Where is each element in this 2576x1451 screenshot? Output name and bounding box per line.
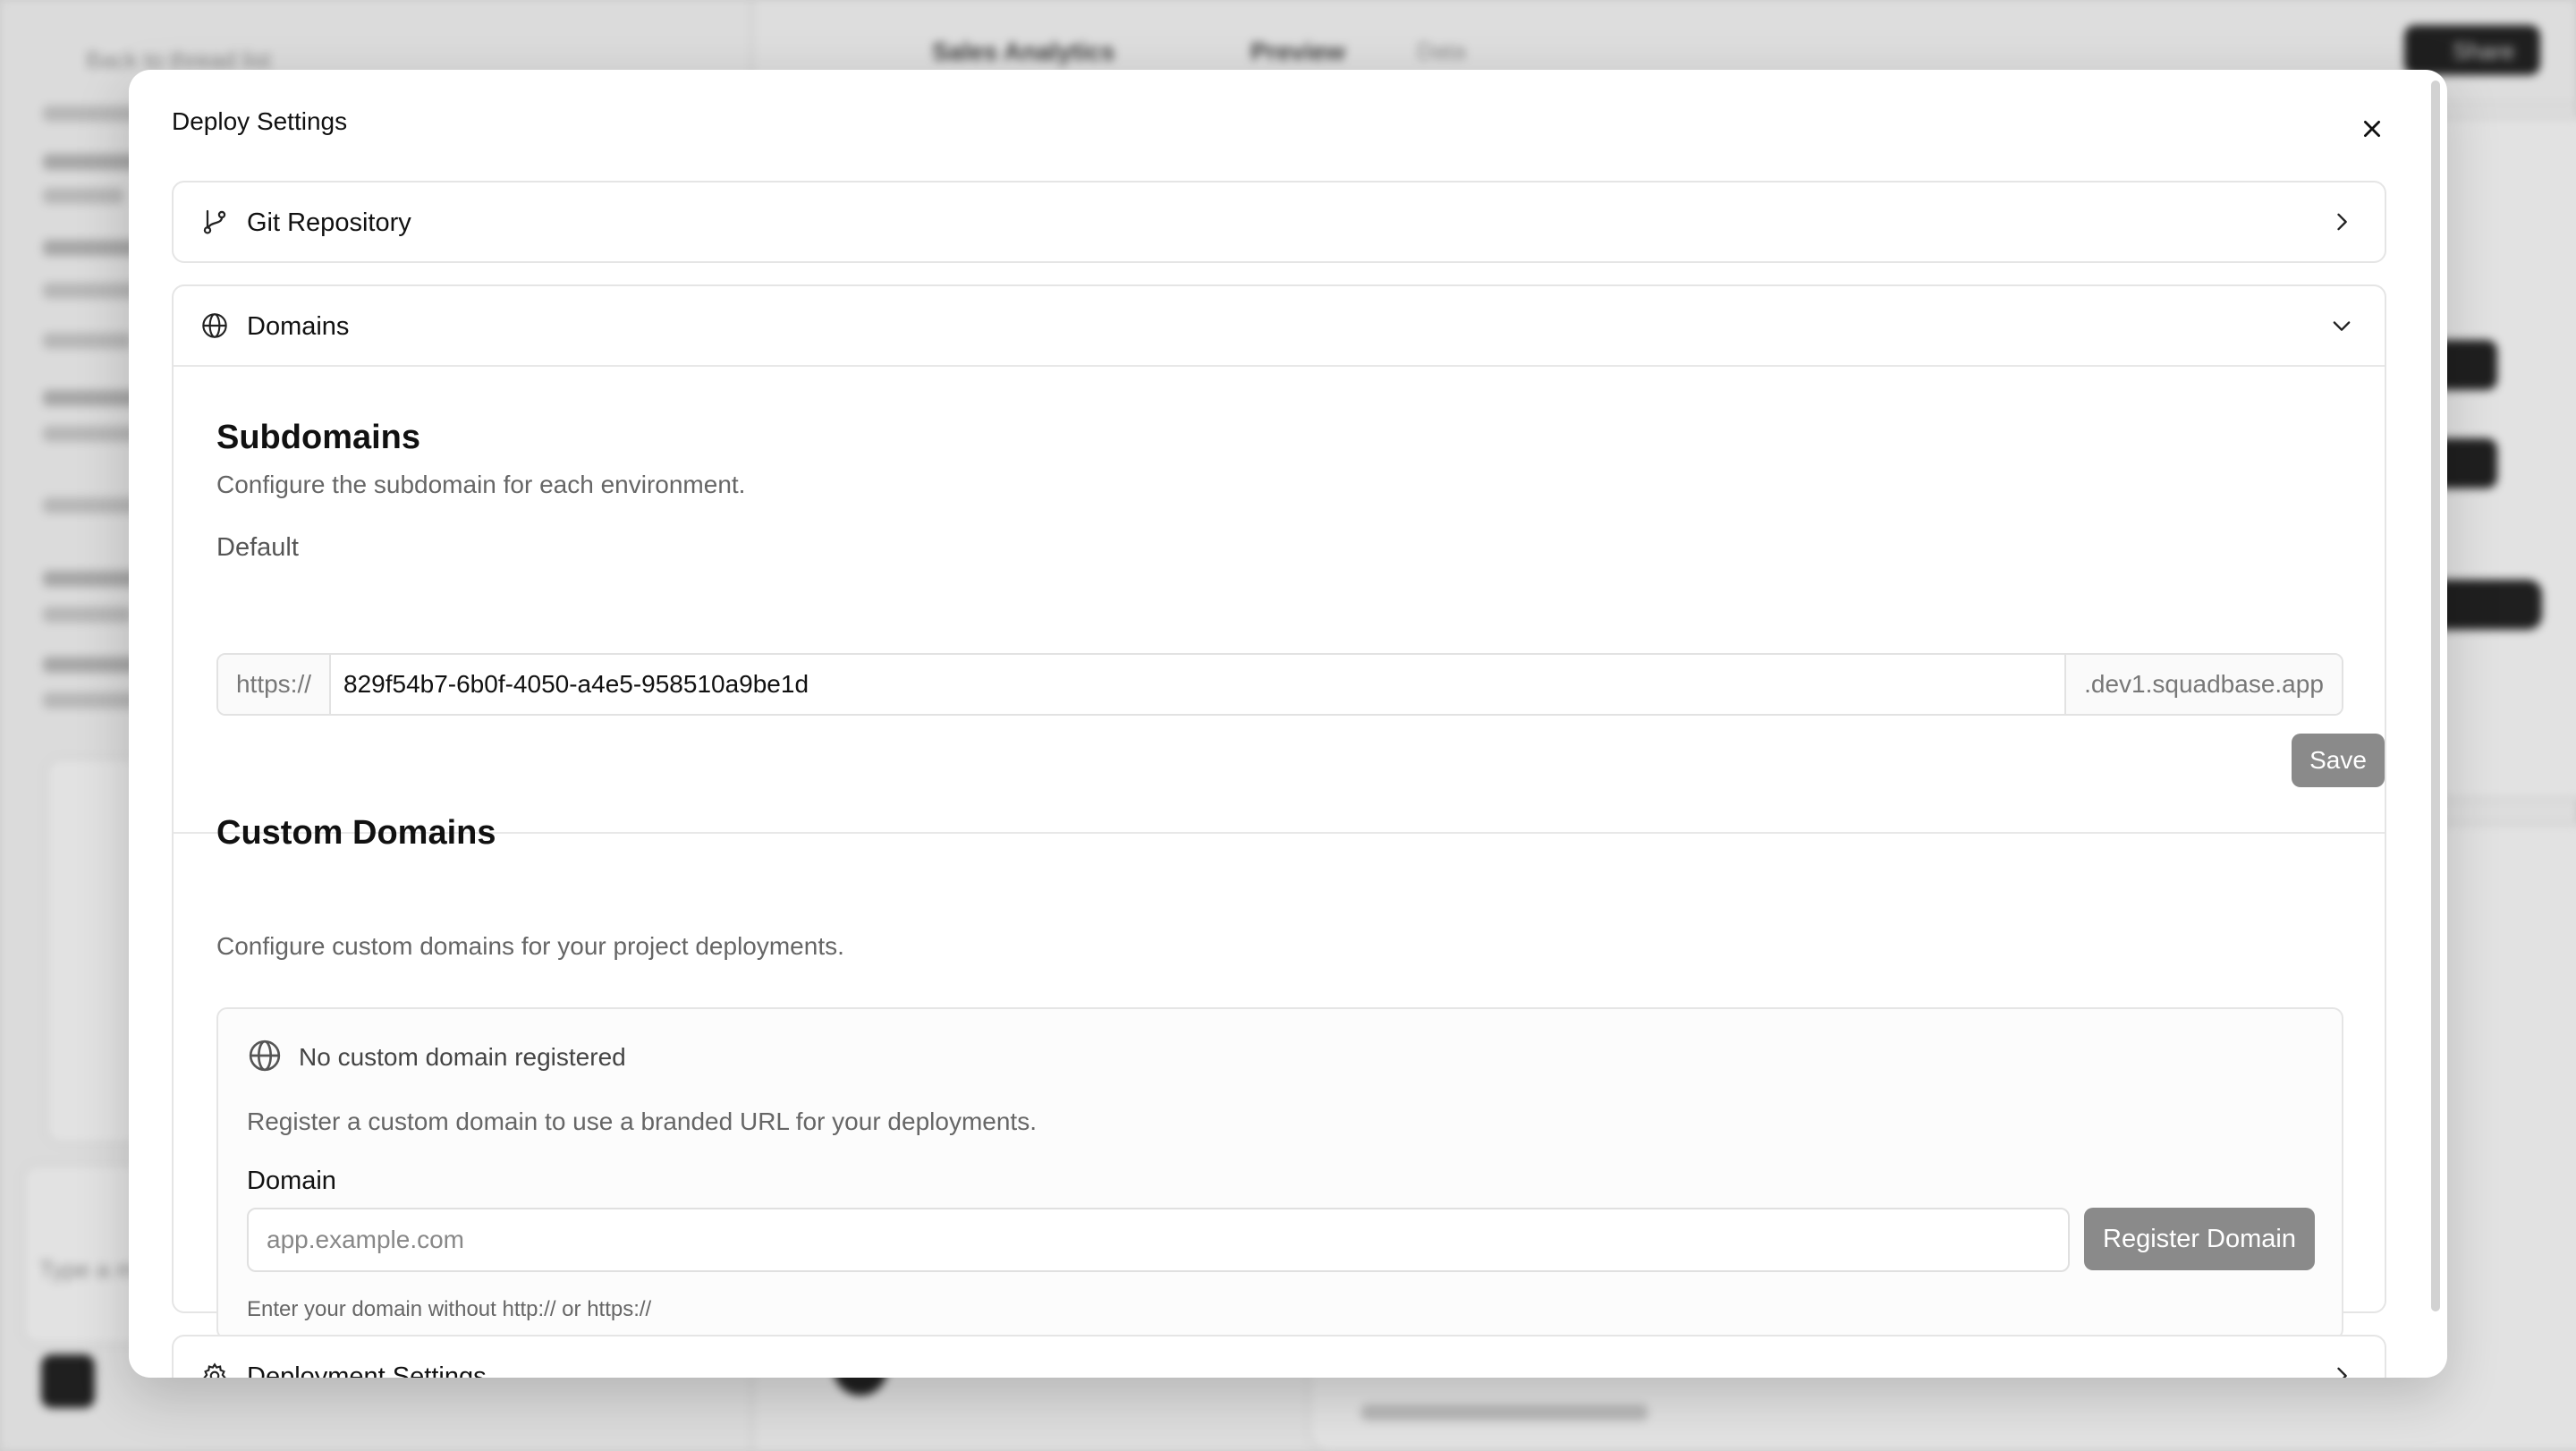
close-button[interactable] bbox=[2354, 111, 2390, 147]
domain-hint: Enter your domain without http:// or htt… bbox=[247, 1297, 652, 1321]
custom-domain-empty-state: No custom domain registered Register a c… bbox=[216, 1007, 2343, 1340]
dialog-title: Deploy Settings bbox=[172, 107, 348, 135]
deployment-settings-section: Deployment Settings bbox=[172, 1335, 2386, 1378]
git-repository-label: Git Repository bbox=[247, 208, 411, 237]
chevron-right-icon bbox=[2337, 213, 2347, 231]
git-repository-header[interactable]: Git Repository bbox=[174, 182, 2385, 261]
domain-input[interactable] bbox=[247, 1208, 2070, 1272]
domains-section: Domains Subdomains Configure the subdoma… bbox=[172, 284, 2386, 1340]
dialog-scrollbar[interactable] bbox=[2431, 81, 2440, 1311]
default-env-label: Default bbox=[216, 533, 299, 562]
globe-icon bbox=[202, 313, 227, 338]
domains-label: Domains bbox=[247, 312, 350, 341]
close-icon bbox=[2364, 121, 2380, 137]
chevron-right-icon bbox=[2337, 1367, 2347, 1378]
domains-header[interactable]: Domains bbox=[174, 286, 2385, 367]
empty-state-description: Register a custom domain to use a brande… bbox=[247, 1107, 1037, 1135]
url-prefix: https:// bbox=[218, 655, 331, 714]
domain-field-label: Domain bbox=[247, 1167, 336, 1195]
git-repository-section: Git Repository bbox=[172, 181, 2386, 263]
deploy-settings-dialog: Deploy Settings Git Repository Domains S… bbox=[129, 70, 2447, 1378]
subdomains-title: Subdomains bbox=[216, 419, 421, 456]
section-divider bbox=[174, 832, 2385, 834]
subdomains-description: Configure the subdomain for each environ… bbox=[216, 471, 746, 498]
custom-domains-title: Custom Domains bbox=[216, 814, 496, 852]
deployment-settings-label: Deployment Settings bbox=[247, 1362, 487, 1378]
globe-icon bbox=[249, 1039, 281, 1072]
save-button[interactable]: Save bbox=[2292, 734, 2385, 787]
chevron-down-icon bbox=[2333, 321, 2351, 331]
url-suffix: .dev1.squadbase.app bbox=[2064, 655, 2342, 714]
register-domain-button[interactable]: Register Domain bbox=[2084, 1208, 2315, 1270]
empty-state-title: No custom domain registered bbox=[299, 1043, 626, 1071]
subdomain-input-group: https:// .dev1.squadbase.app bbox=[216, 653, 2343, 716]
deployment-settings-header[interactable]: Deployment Settings bbox=[174, 1336, 2385, 1378]
custom-domains-description: Configure custom domains for your projec… bbox=[216, 932, 844, 960]
git-branch-icon bbox=[203, 209, 226, 234]
gear-icon bbox=[203, 1362, 226, 1378]
subdomain-input[interactable] bbox=[331, 655, 2064, 714]
